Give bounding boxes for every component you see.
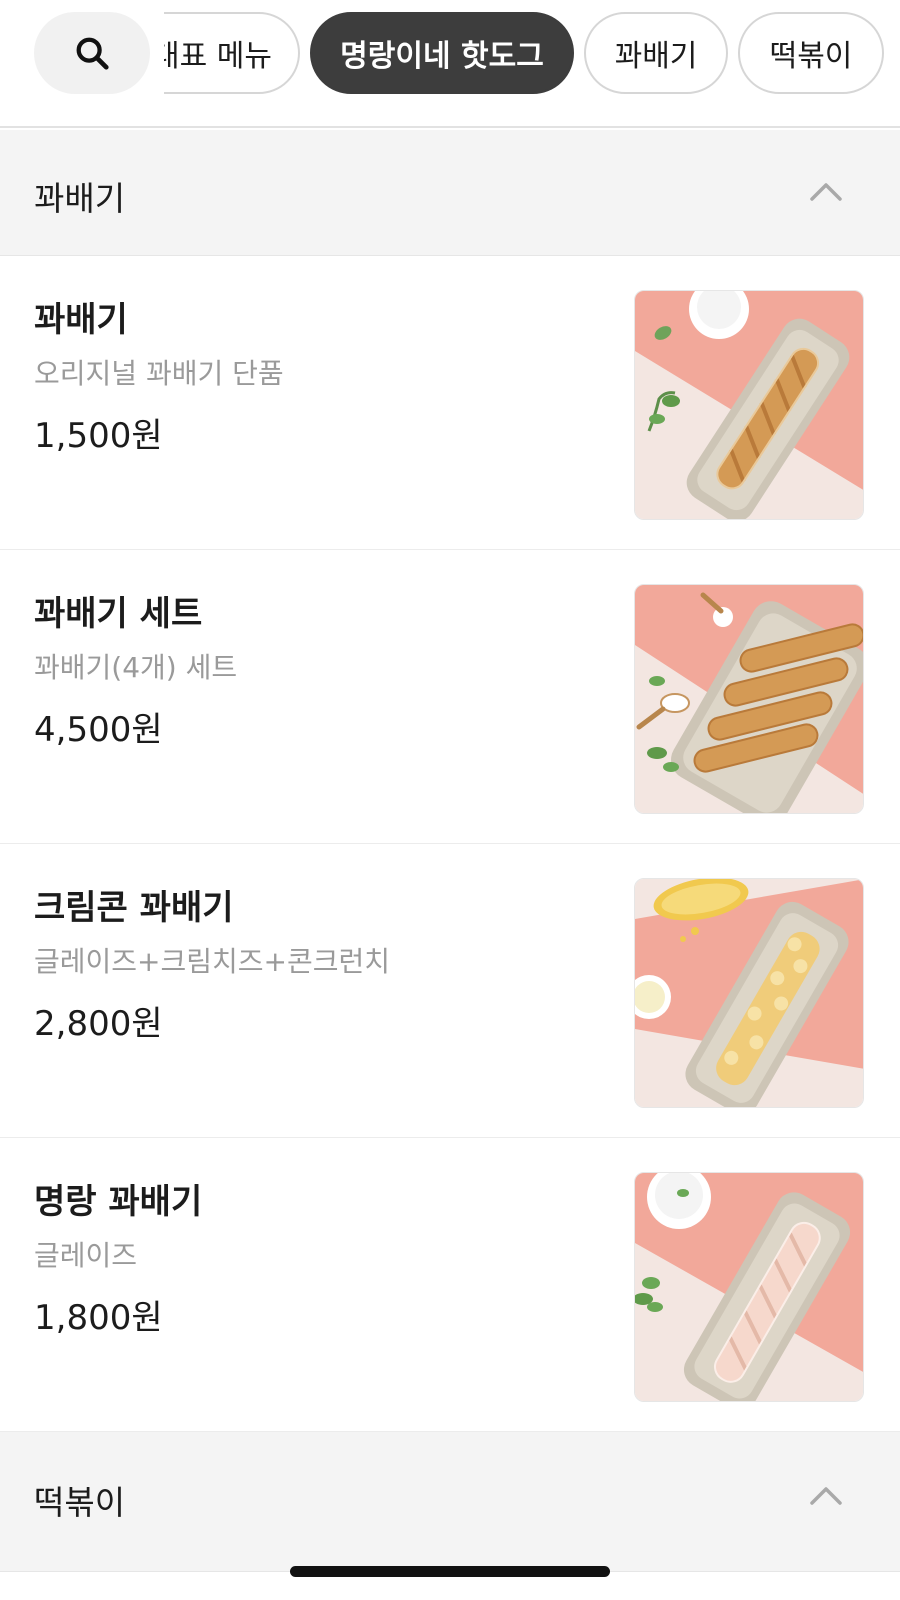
menu-item-photo [634, 290, 864, 520]
tab-label: 떡볶이 [769, 39, 853, 74]
tab-tteokbokki[interactable]: 떡볶이 [738, 12, 884, 94]
tab-label: 명랑이네 핫도그 [340, 39, 544, 74]
section-title: 꽈배기 [34, 179, 126, 218]
category-chips: 대표 메뉴 명랑이네 핫도그 꽈배기 떡볶이 [164, 12, 900, 94]
menu-item-price: 1,800원 [34, 1298, 163, 1338]
tab-hotdog[interactable]: 명랑이네 핫도그 [310, 12, 574, 94]
tab-label: 대표 메뉴 [164, 39, 272, 74]
tab-kkwabaegi[interactable]: 꽈배기 [584, 12, 728, 94]
menu-item-description: 글레이즈+크림치즈+콘크런치 [34, 945, 391, 978]
menu-item[interactable]: 명랑 꽈배기 글레이즈 1,800원 [0, 1138, 900, 1432]
menu-item-price: 4,500원 [34, 710, 163, 750]
menu-item-price: 1,500원 [34, 416, 163, 456]
menu-item-photo [634, 584, 864, 814]
menu-item-name: 크림콘 꽈배기 [34, 888, 234, 928]
menu-item-description: 오리지널 꽈배기 단품 [34, 357, 284, 390]
home-indicator [290, 1566, 610, 1577]
menu-item-photo [634, 1172, 864, 1402]
menu-item-photo [634, 878, 864, 1108]
tab-label: 꽈배기 [614, 39, 698, 74]
menu-item[interactable]: 꽈배기 오리지널 꽈배기 단품 1,500원 [0, 256, 900, 550]
search-button[interactable] [34, 12, 150, 94]
menu-list: 꽈배기 오리지널 꽈배기 단품 1,500원 꽈배기 세트 꽈배기(4개) 세트… [0, 256, 900, 1432]
chevron-up-icon[interactable] [808, 1480, 844, 1510]
menu-item-price: 2,800원 [34, 1004, 163, 1044]
tab-signature-menu[interactable]: 대표 메뉴 [164, 12, 300, 94]
menu-item-description: 글레이즈 [34, 1239, 138, 1272]
menu-item-name: 명랑 꽈배기 [34, 1182, 203, 1222]
menu-item-name: 꽈배기 [34, 300, 128, 340]
menu-item-name: 꽈배기 세트 [34, 594, 203, 634]
section-title: 떡볶이 [34, 1483, 126, 1522]
chevron-up-icon[interactable] [808, 176, 844, 206]
menu-item[interactable]: 크림콘 꽈배기 글레이즈+크림치즈+콘크런치 2,800원 [0, 844, 900, 1138]
section-header-kkwabaegi[interactable]: 꽈배기 [0, 130, 900, 256]
menu-item-description: 꽈배기(4개) 세트 [34, 651, 238, 684]
menu-item[interactable]: 꽈배기 세트 꽈배기(4개) 세트 4,500원 [0, 550, 900, 844]
section-header-tteokbokki[interactable]: 떡볶이 [0, 1432, 900, 1572]
search-icon [76, 37, 109, 70]
category-tab-bar: 대표 메뉴 명랑이네 핫도그 꽈배기 떡볶이 [0, 0, 900, 128]
